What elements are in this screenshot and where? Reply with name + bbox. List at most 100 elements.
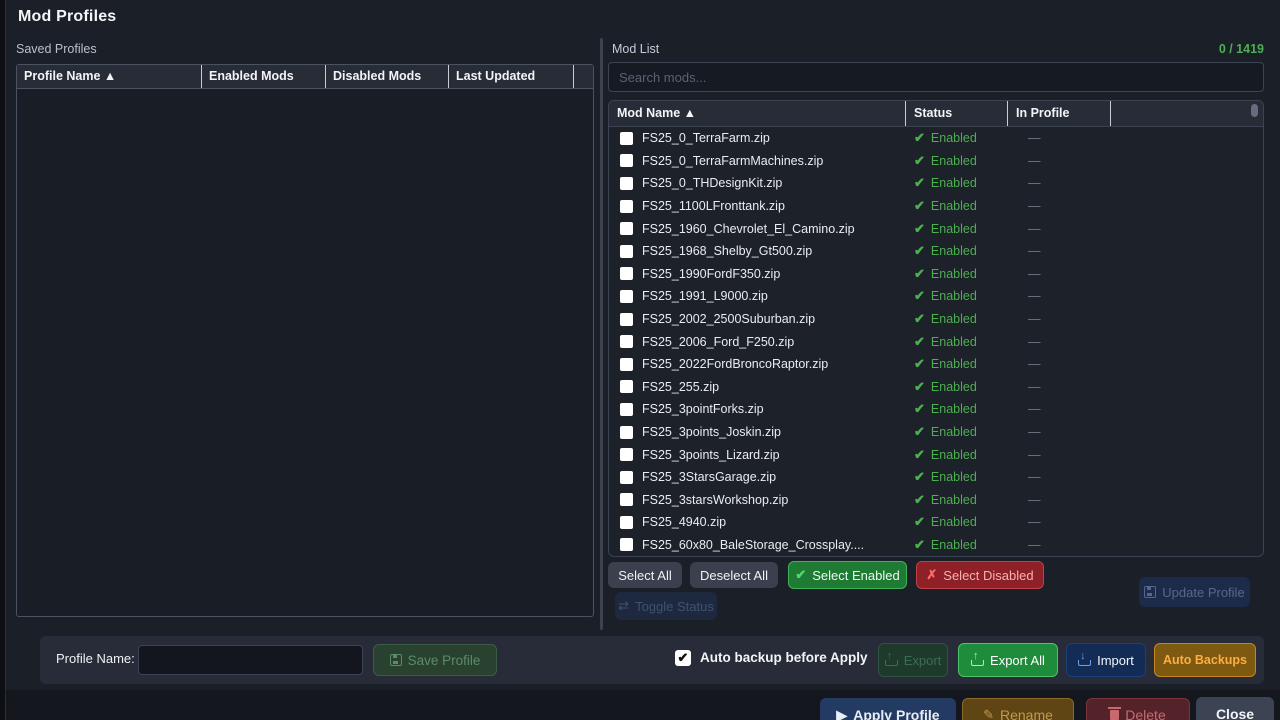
mod-name: FS25_1991_L9000.zip	[642, 289, 768, 303]
mod-checkbox[interactable]	[620, 493, 633, 506]
select-all-button[interactable]: Select All	[608, 562, 682, 588]
mod-row[interactable]: FS25_4940.zip✔Enabled—	[609, 511, 1263, 534]
mod-in-profile: —	[1008, 222, 1111, 236]
select-enabled-label: Select Enabled	[812, 568, 899, 583]
check-icon: ✔	[914, 175, 925, 191]
export-icon: ↑	[971, 655, 984, 666]
saved-profiles-label: Saved Profiles	[16, 42, 97, 56]
panel-splitter[interactable]	[600, 38, 603, 630]
column-header[interactable]: Mod Name ▲	[609, 101, 906, 126]
profile-name-input[interactable]	[138, 645, 363, 675]
mod-status: Enabled	[931, 267, 977, 281]
mod-checkbox[interactable]	[620, 358, 633, 371]
mod-checkbox[interactable]	[620, 471, 633, 484]
profile-name-label: Profile Name:	[56, 651, 135, 666]
mod-checkbox[interactable]	[620, 448, 633, 461]
mod-row[interactable]: FS25_3starsWorkshop.zip✔Enabled—	[609, 489, 1263, 512]
update-profile-button[interactable]: Update Profile	[1139, 577, 1250, 607]
mod-checkbox[interactable]	[620, 516, 633, 529]
export-button[interactable]: ↑ Export	[878, 643, 948, 677]
export-all-label: Export All	[990, 653, 1045, 668]
mod-checkbox[interactable]	[620, 403, 633, 416]
column-header[interactable]: Enabled Mods	[202, 65, 326, 88]
save-profile-button[interactable]: Save Profile	[373, 644, 497, 676]
mod-checkbox[interactable]	[620, 177, 633, 190]
mod-row[interactable]: FS25_0_TerraFarm.zip✔Enabled—	[609, 127, 1263, 150]
apply-profile-label: Apply Profile	[853, 707, 939, 720]
mod-checkbox[interactable]	[620, 154, 633, 167]
mod-row[interactable]: FS25_1100LFronttank.zip✔Enabled—	[609, 195, 1263, 218]
rename-button[interactable]: ✎ Rename	[962, 698, 1074, 720]
column-header[interactable]: In Profile	[1008, 101, 1111, 126]
export-all-button[interactable]: ↑ Export All	[958, 643, 1058, 677]
check-icon: ✔	[914, 447, 925, 463]
mod-name: FS25_3points_Joskin.zip	[642, 425, 781, 439]
mod-status: Enabled	[931, 357, 977, 371]
toggle-status-button[interactable]: ⇄ Toggle Status	[615, 592, 717, 620]
mod-in-profile: —	[1008, 154, 1111, 168]
mod-name: FS25_3pointForks.zip	[642, 402, 764, 416]
deselect-all-button[interactable]: Deselect All	[690, 562, 778, 588]
check-icon: ✔	[914, 379, 925, 395]
mod-checkbox[interactable]	[620, 245, 633, 258]
mod-checkbox[interactable]	[620, 132, 633, 145]
mod-name: FS25_1968_Shelby_Gt500.zip	[642, 244, 812, 258]
mod-in-profile: —	[1008, 131, 1111, 145]
mod-checkbox[interactable]	[620, 290, 633, 303]
mod-row[interactable]: FS25_0_THDesignKit.zip✔Enabled—	[609, 172, 1263, 195]
update-profile-label: Update Profile	[1162, 585, 1244, 600]
mod-checkbox[interactable]	[620, 538, 633, 551]
close-button[interactable]: Close	[1196, 697, 1274, 720]
mod-row[interactable]: FS25_3pointForks.zip✔Enabled—	[609, 398, 1263, 421]
mod-status: Enabled	[931, 380, 977, 394]
mod-row[interactable]: FS25_3points_Lizard.zip✔Enabled—	[609, 443, 1263, 466]
check-icon: ✔	[914, 311, 925, 327]
mod-rows: FS25_0_TerraFarm.zip✔Enabled—FS25_0_Terr…	[609, 127, 1263, 556]
mod-status: Enabled	[931, 222, 977, 236]
auto-backup-label: Auto backup before Apply	[700, 650, 868, 665]
mod-checkbox[interactable]	[620, 222, 633, 235]
import-button[interactable]: ↓ Import	[1066, 643, 1146, 677]
mod-status: Enabled	[931, 402, 977, 416]
mod-row[interactable]: FS25_1990FordF350.zip✔Enabled—	[609, 263, 1263, 286]
auto-backup-checkbox[interactable]: ✔	[675, 650, 691, 666]
apply-profile-button[interactable]: ▶ Apply Profile	[820, 698, 956, 720]
mod-checkbox[interactable]	[620, 313, 633, 326]
mod-status: Enabled	[931, 335, 977, 349]
mod-row[interactable]: FS25_2022FordBroncoRaptor.zip✔Enabled—	[609, 353, 1263, 376]
delete-button[interactable]: Delete	[1086, 698, 1190, 720]
mod-row[interactable]: FS25_255.zip✔Enabled—	[609, 376, 1263, 399]
select-enabled-button[interactable]: ✔ Select Enabled	[788, 561, 907, 589]
column-header[interactable]: Status	[906, 101, 1008, 126]
mod-checkbox[interactable]	[620, 200, 633, 213]
mod-checkbox[interactable]	[620, 380, 633, 393]
mod-checkbox[interactable]	[620, 335, 633, 348]
mod-row[interactable]: FS25_0_TerraFarmMachines.zip✔Enabled—	[609, 150, 1263, 173]
mod-in-profile: —	[1008, 470, 1111, 484]
mod-checkbox[interactable]	[620, 267, 633, 280]
scrollbar-thumb[interactable]	[1251, 104, 1258, 117]
mod-row[interactable]: FS25_60x80_BaleStorage_Crossplay....✔Ena…	[609, 534, 1263, 556]
select-disabled-button[interactable]: ✗ Select Disabled	[916, 561, 1044, 589]
mod-row[interactable]: FS25_1991_L9000.zip✔Enabled—	[609, 285, 1263, 308]
mod-row[interactable]: FS25_3points_Joskin.zip✔Enabled—	[609, 421, 1263, 444]
mod-name: FS25_0_TerraFarmMachines.zip	[642, 154, 823, 168]
mod-in-profile: —	[1008, 448, 1111, 462]
column-header[interactable]: Profile Name ▲	[17, 65, 202, 88]
mod-row[interactable]: FS25_2006_Ford_F250.zip✔Enabled—	[609, 330, 1263, 353]
search-input[interactable]	[608, 62, 1264, 92]
mod-selected-count: 0 / 1419	[1110, 42, 1264, 56]
column-header[interactable]: Last Updated	[449, 65, 574, 88]
mod-checkbox[interactable]	[620, 426, 633, 439]
check-icon: ✔	[914, 288, 925, 304]
auto-backups-button[interactable]: Auto Backups	[1154, 643, 1256, 677]
mod-in-profile: —	[1008, 538, 1111, 552]
mod-status: Enabled	[931, 244, 977, 258]
column-header[interactable]: Disabled Mods	[326, 65, 449, 88]
mod-row[interactable]: FS25_3StarsGarage.zip✔Enabled—	[609, 466, 1263, 489]
saved-profiles-header: Profile Name ▲Enabled ModsDisabled ModsL…	[17, 65, 593, 89]
mod-row[interactable]: FS25_1960_Chevrolet_El_Camino.zip✔Enable…	[609, 217, 1263, 240]
mod-row[interactable]: FS25_2002_2500Suburban.zip✔Enabled—	[609, 308, 1263, 331]
mod-in-profile: —	[1008, 493, 1111, 507]
mod-row[interactable]: FS25_1968_Shelby_Gt500.zip✔Enabled—	[609, 240, 1263, 263]
